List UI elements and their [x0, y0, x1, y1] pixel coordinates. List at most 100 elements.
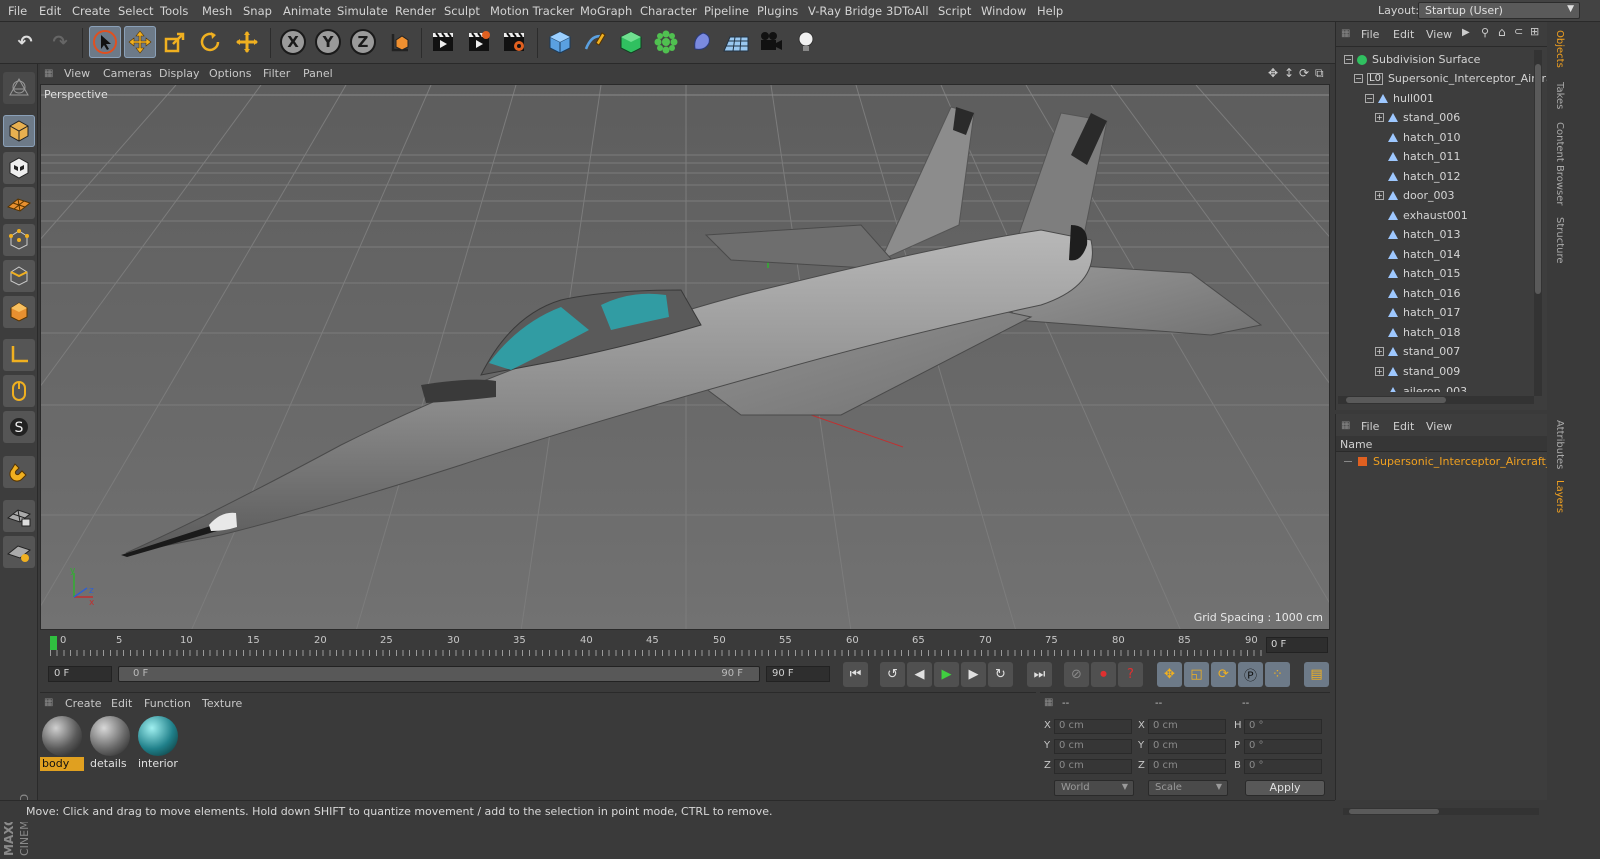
camera-icon[interactable]	[755, 26, 787, 58]
menu-sculpt[interactable]: Sculpt	[444, 4, 480, 18]
layers-menu-file[interactable]: File	[1361, 420, 1379, 433]
menu-snap[interactable]: Snap	[243, 4, 272, 18]
redo-icon[interactable]: ↷	[44, 26, 76, 58]
search-icon[interactable]: ⚲	[1481, 26, 1489, 39]
polygons-mode-icon[interactable]	[3, 296, 35, 328]
go-to-end-icon[interactable]: ⏭	[1027, 662, 1052, 687]
render-view-icon[interactable]	[427, 26, 459, 58]
tweak-mode-icon[interactable]	[3, 375, 35, 407]
menu-script[interactable]: Script	[938, 4, 971, 18]
tree-item-hatch-010[interactable]: hatch_010	[1388, 128, 1461, 147]
axis-mode-icon[interactable]	[3, 339, 35, 371]
locked-workplane-icon[interactable]	[3, 500, 35, 532]
menu-3dtoall[interactable]: 3DToAll	[886, 4, 929, 18]
tree-item-stand-009[interactable]: + stand_009	[1375, 362, 1460, 381]
maximize-view-icon[interactable]: ⧉	[1315, 66, 1324, 81]
new-window-icon[interactable]: ⊞	[1530, 25, 1539, 38]
start-frame-field[interactable]: 0 F	[48, 666, 112, 682]
menu-plugins[interactable]: Plugins	[757, 4, 798, 18]
expand-icon[interactable]: +	[1375, 347, 1384, 356]
playhead-marker[interactable]	[50, 636, 57, 650]
scrollbar-thumb[interactable]	[1349, 809, 1439, 814]
material-swatch-details[interactable]: details	[88, 715, 132, 771]
current-frame-field[interactable]: 0 F	[1266, 637, 1328, 653]
material-menu-create[interactable]: Create	[65, 697, 102, 710]
viewport-menu-options[interactable]: Options	[209, 67, 251, 80]
viewport-menu-display[interactable]: Display	[159, 67, 200, 80]
live-selection-icon[interactable]	[231, 26, 263, 58]
material-menu-function[interactable]: Function	[144, 697, 191, 710]
tree-item-hatch-014[interactable]: hatch_014	[1388, 245, 1461, 264]
chevron-right-icon[interactable]: ▶	[1462, 27, 1470, 38]
scrollbar-thumb[interactable]	[1535, 64, 1541, 294]
horizontal-scrollbar[interactable]	[1338, 396, 1534, 404]
size-z-field[interactable]: 0 cm	[1148, 759, 1226, 774]
tree-item-hatch-013[interactable]: hatch_013	[1388, 225, 1461, 244]
layers-menu-edit[interactable]: Edit	[1393, 420, 1414, 433]
timeline-window-icon[interactable]: ▤	[1304, 662, 1329, 687]
coordinate-space-dropdown[interactable]: World ▼	[1054, 780, 1134, 796]
snapping-icon[interactable]: S	[3, 411, 35, 443]
tree-item-hatch-017[interactable]: hatch_017	[1388, 303, 1461, 322]
pan-view-icon[interactable]: ✥	[1268, 66, 1278, 80]
viewport-menu-filter[interactable]: Filter	[263, 67, 290, 80]
rotate-view-icon[interactable]: ⟳	[1299, 66, 1309, 80]
objects-menu-file[interactable]: File	[1361, 28, 1379, 41]
planar-workplane-icon[interactable]	[3, 536, 35, 568]
tree-item-subdivision-surface[interactable]: − Subdivision Surface	[1344, 50, 1480, 69]
tab-objects[interactable]: Objects	[1549, 30, 1565, 68]
layer-row[interactable]: Supersonic_Interceptor_Aircraft_F	[1344, 452, 1558, 471]
tree-item-hatch-011[interactable]: hatch_011	[1388, 147, 1461, 166]
autokey-icon[interactable]: ⏺	[1091, 662, 1116, 687]
light-icon[interactable]	[790, 26, 822, 58]
coordinate-system-icon[interactable]	[384, 26, 416, 58]
horizontal-scrollbar[interactable]	[1343, 808, 1539, 815]
position-x-field[interactable]: 0 cm	[1054, 719, 1132, 734]
tree-item-stand-006[interactable]: + stand_006	[1375, 108, 1460, 127]
subdivision-surface-icon[interactable]	[615, 26, 647, 58]
tree-item-hull001[interactable]: − hull001	[1365, 89, 1434, 108]
texture-mode-icon[interactable]	[3, 152, 35, 184]
play-icon[interactable]: ▶	[934, 662, 959, 687]
go-to-start-icon[interactable]: ⏮	[843, 662, 868, 687]
menu-window[interactable]: Window	[981, 4, 1026, 18]
tree-item-aircraft[interactable]: − L0 Supersonic_Interceptor_Aircra	[1354, 69, 1553, 88]
position-z-field[interactable]: 0 cm	[1054, 759, 1132, 774]
cloner-icon[interactable]	[650, 26, 682, 58]
point-level-key-icon[interactable]: ⁘	[1265, 662, 1290, 687]
material-swatch-interior[interactable]: interior	[136, 715, 180, 771]
record-keys-icon[interactable]: ⊘	[1064, 662, 1089, 687]
workplane-icon[interactable]	[3, 187, 35, 219]
menu-motion-tracker[interactable]: Motion Tracker	[490, 4, 574, 18]
rotation-p-field[interactable]: 0 °	[1244, 739, 1322, 754]
menu-create[interactable]: Create	[72, 4, 110, 18]
next-frame-icon[interactable]: ▶	[961, 662, 986, 687]
perspective-viewport[interactable]: y z x Perspective Grid Spacing : 1000 cm	[40, 84, 1330, 630]
collapse-icon[interactable]: −	[1344, 55, 1353, 64]
points-mode-icon[interactable]	[3, 224, 35, 256]
collapse-icon[interactable]: −	[1365, 94, 1374, 103]
tree-item-door-003[interactable]: + door_003	[1375, 186, 1454, 205]
z-axis-lock-icon[interactable]: Z	[347, 26, 379, 58]
tree-item-aileron-003[interactable]: aileron_003	[1388, 382, 1467, 392]
y-axis-lock-icon[interactable]: Y	[312, 26, 344, 58]
tree-item-exhaust001[interactable]: exhaust001	[1388, 206, 1468, 225]
previous-frame-icon[interactable]: ◀	[907, 662, 932, 687]
size-mode-dropdown[interactable]: Scale ▼	[1148, 780, 1228, 796]
vertical-scrollbar[interactable]	[1534, 50, 1542, 396]
collapse-icon[interactable]: −	[1354, 74, 1363, 83]
deformer-icon[interactable]	[686, 26, 718, 58]
keyframe-selection-icon[interactable]: ?	[1118, 662, 1143, 687]
viewport-menu-panel[interactable]: Panel	[303, 67, 333, 80]
apply-button[interactable]: Apply	[1245, 780, 1325, 796]
position-y-field[interactable]: 0 cm	[1054, 739, 1132, 754]
render-to-picture-viewer-icon[interactable]	[463, 26, 495, 58]
menu-mesh[interactable]: Mesh	[202, 4, 232, 18]
undo-icon[interactable]: ↶	[9, 26, 41, 58]
tree-item-hatch-016[interactable]: hatch_016	[1388, 284, 1461, 303]
layout-dropdown[interactable]: Startup (User) ▼	[1418, 2, 1580, 19]
tab-structure[interactable]: Structure	[1549, 217, 1565, 264]
tree-item-hatch-015[interactable]: hatch_015	[1388, 264, 1461, 283]
layer-color-swatch[interactable]	[1358, 457, 1367, 466]
previous-keyframe-icon[interactable]: ↺	[880, 662, 905, 687]
